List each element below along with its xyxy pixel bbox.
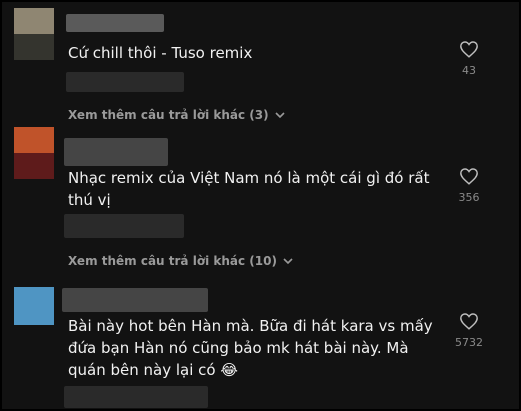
chevron-down-icon <box>275 112 285 119</box>
username-redacted[interactable] <box>66 14 164 32</box>
comment-text: Nhạc remix của Việt Nam nó là một cái gì… <box>68 169 430 209</box>
view-more-replies-label: Xem thêm câu trả lời khác (3) <box>68 108 269 122</box>
view-more-replies-button[interactable]: Xem thêm câu trả lời khác (10) <box>68 254 293 268</box>
avatar[interactable] <box>14 127 54 179</box>
like-count: 5732 <box>455 336 483 349</box>
comment-text: Cứ chill thôi - Tuso remix <box>68 44 253 62</box>
username-redacted[interactable] <box>64 138 168 166</box>
like-button[interactable]: 5732 <box>449 312 489 349</box>
view-more-replies-label: Xem thêm câu trả lời khác (10) <box>68 254 277 268</box>
comment-meta-redacted <box>64 214 184 238</box>
username-redacted[interactable] <box>62 288 208 312</box>
view-more-replies-button[interactable]: Xem thêm câu trả lời khác (3) <box>68 108 285 122</box>
heart-icon <box>460 313 478 330</box>
comment-meta-redacted <box>64 386 208 408</box>
heart-icon <box>460 41 478 58</box>
comment-meta-redacted <box>66 72 184 92</box>
chevron-down-icon <box>283 258 293 265</box>
avatar[interactable] <box>14 8 54 60</box>
comments-panel: Cứ chill thôi - Tuso remix 43 Xem thêm c… <box>0 0 521 411</box>
comment-text: Bài này hot bên Hàn mà. Bữa đi hát kara … <box>68 317 433 379</box>
like-count: 43 <box>462 64 476 77</box>
like-count: 356 <box>458 191 480 204</box>
heart-icon <box>460 168 478 185</box>
like-button[interactable]: 43 <box>449 40 489 77</box>
like-button[interactable]: 356 <box>449 167 489 204</box>
avatar[interactable] <box>14 287 54 325</box>
